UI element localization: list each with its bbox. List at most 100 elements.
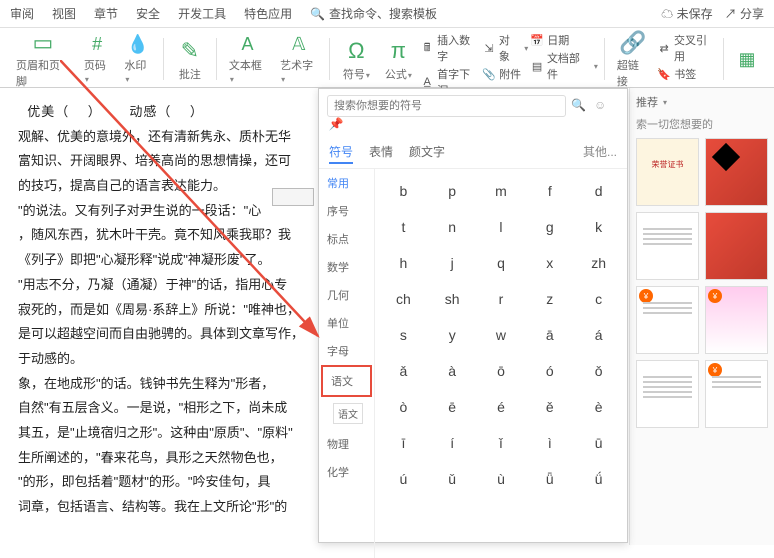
cat-physics[interactable]: 物理 [319,430,374,458]
template-thumb[interactable] [636,212,699,280]
template-thumb[interactable]: ¥ [705,286,768,354]
art-text-button[interactable]: 𝔸 艺术字▾ [274,32,323,86]
symbol-cell[interactable]: k [574,209,623,245]
tab-other[interactable]: 其他... [583,141,617,164]
menu-view[interactable]: 视图 [52,5,76,22]
symbol-cell[interactable]: zh [574,245,623,281]
emoji-icon[interactable]: ☺ [591,98,609,112]
comment-button[interactable]: ✎ 批注 [170,32,210,86]
symbol-cell[interactable]: ù [477,461,526,497]
tab-kaomoji[interactable]: 颜文字 [409,141,445,164]
symbol-cell[interactable]: f [525,173,574,209]
search-icon[interactable]: 🔍 [570,98,588,112]
symbol-cell[interactable]: ò [379,389,428,425]
more-button[interactable]: ▦ [730,32,764,86]
cat-common[interactable]: 常用 [319,169,374,197]
symbol-cell[interactable]: z [525,281,574,317]
symbol-cell[interactable]: í [428,425,477,461]
command-search[interactable]: 🔍 查找命令、搜索模板 [310,5,437,22]
template-thumb[interactable]: ¥ [705,360,768,428]
symbol-cell[interactable]: r [477,281,526,317]
symbol-cell[interactable]: ǒ [574,353,623,389]
symbol-cell[interactable]: ch [379,281,428,317]
symbol-cell[interactable]: m [477,173,526,209]
cat-chinese[interactable]: 语文 [321,365,372,397]
cat-geo[interactable]: 几何 [319,281,374,309]
unsaved-status[interactable]: ☁ 未保存 [661,5,712,22]
symbol-cell[interactable]: w [477,317,526,353]
menu-security[interactable]: 安全 [136,5,160,22]
tab-symbol[interactable]: 符号 [329,141,353,164]
watermark-button[interactable]: 💧 水印▾ [118,32,156,86]
symbol-cell[interactable]: d [574,173,623,209]
symbol-cell[interactable]: s [379,317,428,353]
menu-dev[interactable]: 开发工具 [178,5,226,22]
symbol-cell[interactable]: y [428,317,477,353]
date-button[interactable]: 📅日期 [530,32,598,48]
doc-parts-button[interactable]: ▤文档部件▾ [530,50,598,82]
cat-math[interactable]: 数学 [319,253,374,281]
symbol-cell[interactable]: ō [477,353,526,389]
symbol-cell[interactable]: ì [525,425,574,461]
object-button[interactable]: ⇲对象▾ [482,32,528,64]
symbol-search-input[interactable] [327,95,566,117]
symbol-cell[interactable]: b [379,173,428,209]
symbol-cell[interactable]: j [428,245,477,281]
symbol-cell[interactable]: ē [428,389,477,425]
template-thumb[interactable] [705,212,768,280]
symbol-cell[interactable]: ě [525,389,574,425]
pin-icon[interactable]: 📌 [327,117,345,131]
menu-special[interactable]: 特色应用 [244,5,292,22]
symbol-cell[interactable]: ó [525,353,574,389]
symbol-cell[interactable]: ǖ [525,461,574,497]
cat-chemistry[interactable]: 化学 [319,458,374,486]
symbol-cell[interactable]: p [428,173,477,209]
symbol-cell[interactable]: é [477,389,526,425]
hyperlink-button[interactable]: 🔗 超链接 [611,32,655,86]
page-number-button[interactable]: # 页码▾ [78,32,116,86]
symbol-cell[interactable]: q [477,245,526,281]
symbol-button[interactable]: Ω 符号▾ [336,32,376,86]
insert-number-button[interactable]: 🖩插入数字 [420,32,480,64]
bookmark-button[interactable]: 🔖书签 [657,66,717,82]
symbol-cell[interactable]: x [525,245,574,281]
symbol-cell[interactable]: ǘ [574,461,623,497]
attachment-button[interactable]: 📎附件 [482,66,528,82]
symbol-cell[interactable]: á [574,317,623,353]
symbol-cell[interactable]: c [574,281,623,317]
tab-emoji[interactable]: 表情 [369,141,393,164]
symbol-cell[interactable]: ū [574,425,623,461]
menu-section[interactable]: 章节 [94,5,118,22]
side-recommend[interactable]: 推荐 ▾ [636,94,768,110]
menu-review[interactable]: 审阅 [10,5,34,22]
symbol-cell[interactable]: ǎ [379,353,428,389]
share-button[interactable]: ↗ 分享 [725,5,764,22]
symbol-cell[interactable]: à [428,353,477,389]
symbol-cell[interactable]: g [525,209,574,245]
symbol-cell[interactable]: l [477,209,526,245]
template-thumb[interactable] [705,138,768,206]
header-footer-button[interactable]: ▭ 页眉和页脚 [10,32,76,86]
symbol-cell[interactable]: ī [379,425,428,461]
cat-punct[interactable]: 标点 [319,225,374,253]
symbol-cell[interactable]: ú [379,461,428,497]
symbol-cell[interactable]: ǔ [428,461,477,497]
symbol-cell[interactable]: sh [428,281,477,317]
symbol-cell[interactable]: h [379,245,428,281]
symbol-cell[interactable]: ǐ [477,425,526,461]
symbol-cell[interactable]: t [379,209,428,245]
template-thumb[interactable] [636,360,699,428]
textbox-button[interactable]: A 文本框▾ [223,32,272,86]
cat-ordinal[interactable]: 序号 [319,197,374,225]
symbol-cell[interactable]: è [574,389,623,425]
formula-button[interactable]: π 公式▾ [378,32,418,86]
cat-english[interactable]: 语文 [319,397,374,430]
cat-letter[interactable]: 字母 [319,337,374,365]
doc-parts-icon: ▤ [530,59,544,73]
crossref-button[interactable]: ⇄交叉引用 [657,32,717,64]
symbol-cell[interactable]: n [428,209,477,245]
template-thumb[interactable]: 荣誉证书 [636,138,699,206]
template-thumb[interactable]: ¥ [636,286,699,354]
symbol-cell[interactable]: ā [525,317,574,353]
cat-unit[interactable]: 单位 [319,309,374,337]
